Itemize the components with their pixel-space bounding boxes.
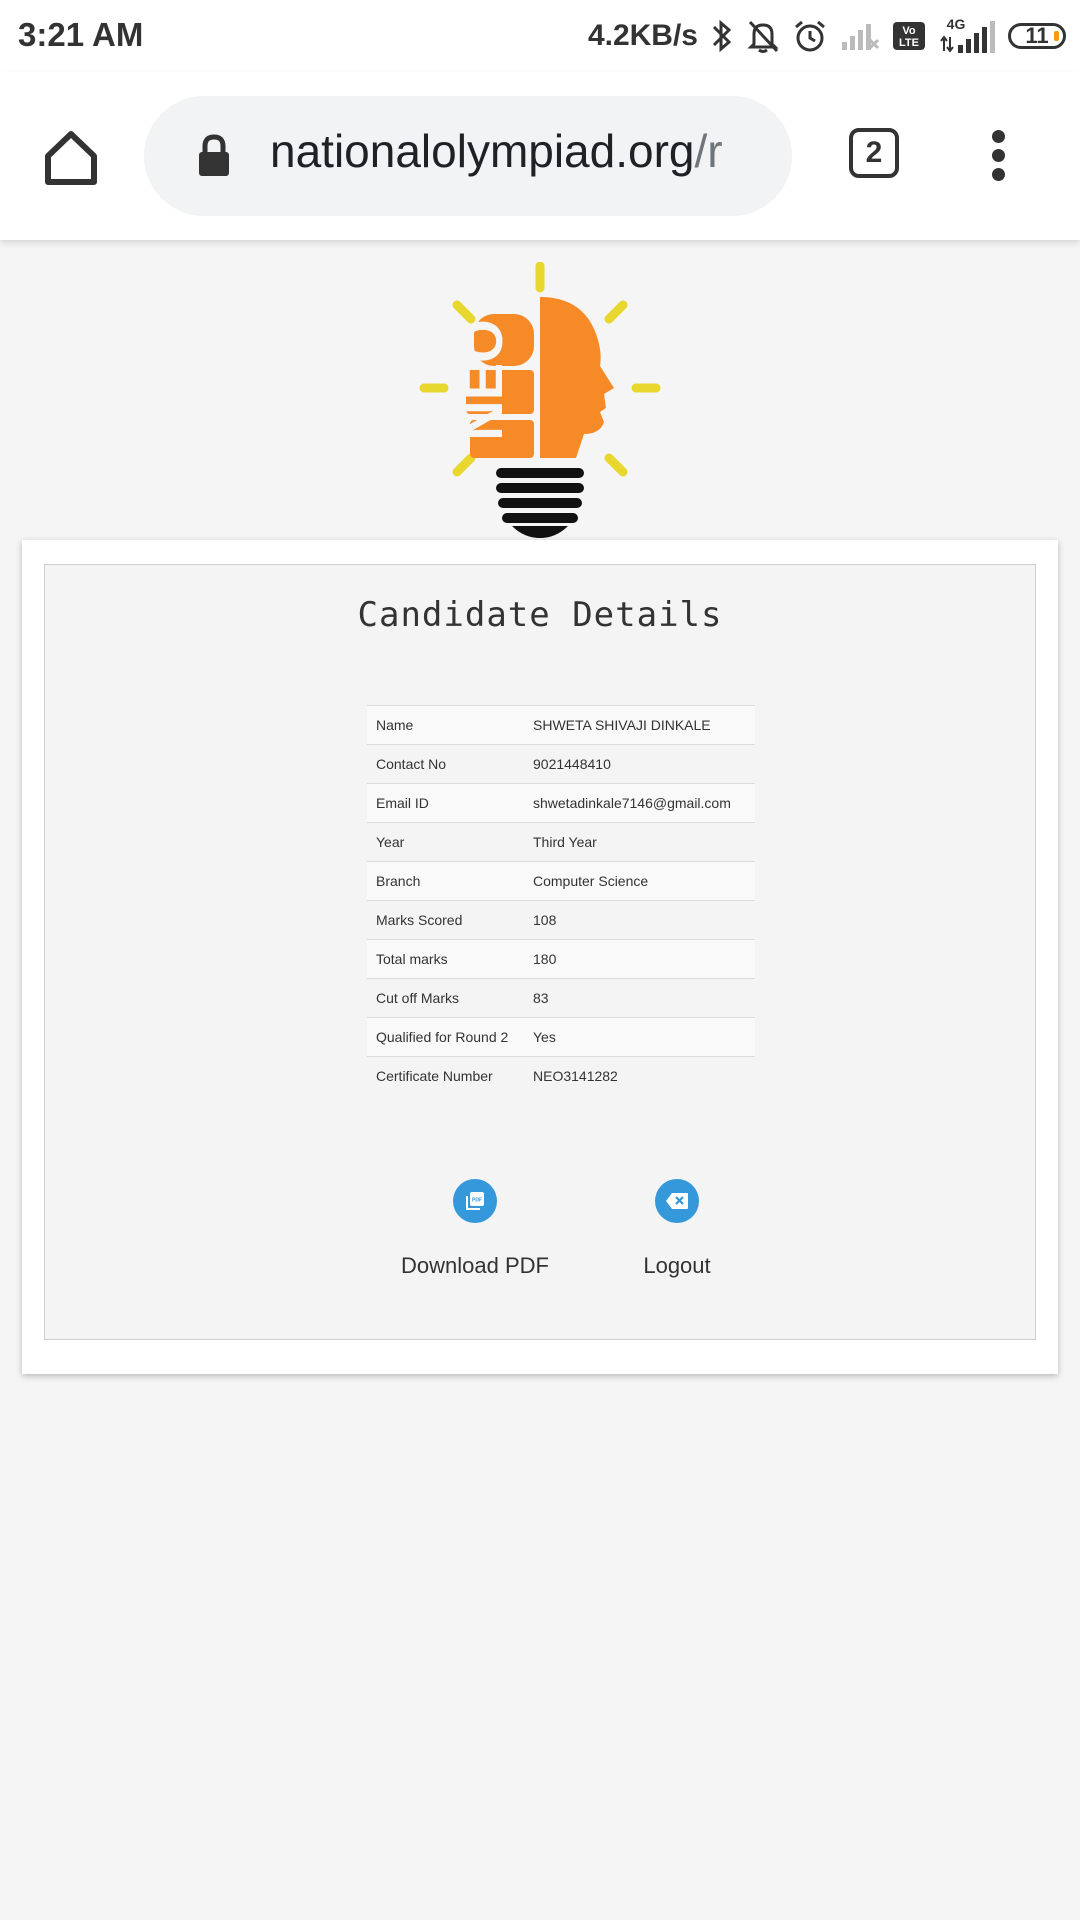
page-title: Candidate Details [357,595,723,635]
logout-label[interactable]: Logout [617,1253,737,1279]
table-row: Branch Computer Science [367,861,755,901]
candidate-panel: Candidate Details Name SHWETA SHIVAJI DIN… [44,564,1036,1340]
row-key: Qualified for Round 2 [367,1017,524,1057]
status-icons: 4.2KB/s Vo LTE 4G 11 [588,14,1066,58]
volte-icon: Vo LTE [892,21,926,51]
volte-label: Vo [902,25,916,37]
lock-icon[interactable] [196,134,232,178]
status-time: 3:21 AM [18,16,144,53]
row-value: Computer Science [524,861,755,901]
table-row: Certificate Number NEO3141282 [367,1056,755,1095]
row-value: SHWETA SHIVAJI DINKALE [524,705,755,745]
row-key: Email ID [367,783,524,823]
logo-base [496,468,584,538]
no-signal-icon [840,20,880,52]
table-row: Cut off Marks 83 [367,978,755,1018]
signal-icon: 4G [938,17,996,55]
table-row: Qualified for Round 2 Yes [367,1017,755,1057]
url-path: /r [694,125,723,177]
table-row: Name SHWETA SHIVAJI DINKALE [367,705,755,745]
bell-off-icon [746,18,780,54]
logo-text: NEO [451,319,514,440]
row-key: Certificate Number [367,1056,524,1095]
neo-logo: NEO [419,262,661,538]
tab-count: 2 [865,136,883,169]
svg-text:PDF: PDF [472,1198,482,1204]
battery-icon: 11 [1008,23,1066,49]
table-row: Year Third Year [367,822,755,862]
logo-letters: NEO [451,314,534,458]
row-key: Contact No [367,744,524,784]
row-key: Total marks [367,939,524,979]
table-row: Marks Scored 108 [367,900,755,940]
battery-level: 11 [1025,23,1049,48]
row-value: 9021448410 [524,744,755,784]
tabs-button[interactable]: 2 [849,128,899,178]
status-bar: 3:21 AM 4.2KB/s Vo LTE 4G 11 [0,0,1080,72]
address-bar[interactable]: nationalolympiad.org/r [144,96,792,216]
table-row: Contact No 9021448410 [367,744,755,784]
more-vert-icon[interactable] [986,130,1010,186]
row-value: 83 [524,978,755,1018]
details-table: Name SHWETA SHIVAJI DINKALE Contact No 902… [367,705,755,1095]
network-speed: 4.2KB/s [587,19,698,52]
row-key: Cut off Marks [367,978,524,1018]
row-key: Branch [367,861,524,901]
home-button[interactable] [40,126,102,188]
pdf-icon[interactable]: PDF [453,1179,497,1223]
browser-toolbar: nationalolympiad.org/r 2 [0,72,1080,240]
row-key: Marks Scored [367,900,524,940]
backspace-icon[interactable] [655,1179,699,1223]
svg-text:LTE: LTE [899,37,919,49]
home-icon [45,131,97,185]
row-value: shwetadinkale7146@gmail.com [524,783,755,823]
row-value: NEO3141282 [524,1056,755,1095]
download-pdf-label[interactable]: Download PDF [395,1253,555,1279]
candidate-card: Candidate Details Name SHWETA SHIVAJI DIN… [22,540,1058,1374]
row-value: 180 [524,939,755,979]
network-type-label: 4G [947,17,966,32]
table-row: Email ID shwetadinkale7146@gmail.com [367,783,755,823]
bluetooth-icon [710,18,734,54]
row-value: Third Year [524,822,755,862]
download-pdf-button[interactable]: PDF Download PDF [395,1179,555,1279]
logout-button[interactable]: Logout [617,1179,737,1279]
row-key: Name [367,705,524,745]
row-value: 108 [524,900,755,940]
url-text[interactable]: nationalolympiad.org/r [270,124,770,178]
row-value: Yes [524,1017,755,1057]
logo-face [540,297,614,458]
alarm-icon [792,18,828,54]
table-row: Total marks 180 [367,939,755,979]
row-key: Year [367,822,524,862]
url-host: nationalolympiad.org [270,125,695,177]
